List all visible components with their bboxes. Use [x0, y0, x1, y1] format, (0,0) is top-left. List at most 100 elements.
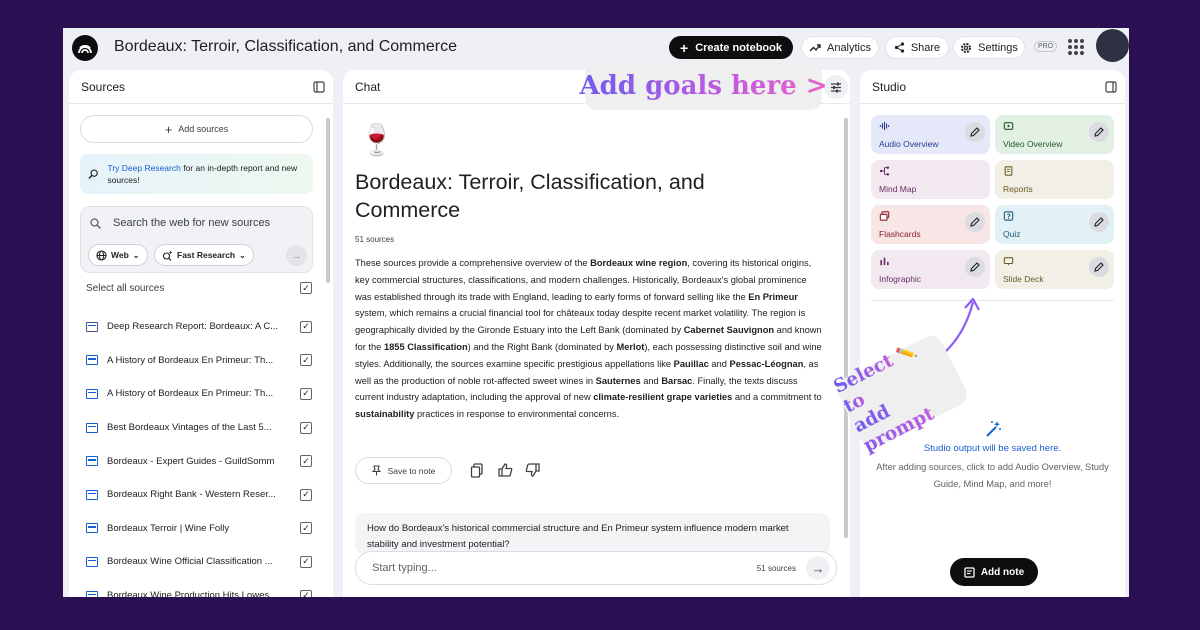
web-search-row[interactable]: Search the web for new sources [90, 217, 270, 229]
studio-title: Studio [872, 79, 907, 94]
edit-pencil-icon[interactable] [1089, 257, 1109, 277]
web-chip-label: Web [111, 250, 129, 260]
magic-wand-icon [986, 421, 1001, 437]
apps-grid-icon[interactable] [1068, 39, 1084, 55]
create-notebook-label: Create notebook [695, 41, 782, 54]
collapse-panel-icon[interactable] [313, 81, 325, 93]
source-item-label: Bordeaux Right Bank - Western Reser... [107, 489, 276, 501]
studio-tile-infographic[interactable]: Infographic [871, 250, 990, 289]
app-logo-icon[interactable] [72, 35, 98, 61]
web-doc-icon [86, 355, 98, 366]
notebook-summary: These sources provide a comprehensive ov… [355, 258, 822, 420]
studio-tile-video-overview[interactable]: Video Overview [995, 115, 1114, 154]
wine-glass-icon: 🍷 [358, 124, 396, 157]
suggested-question[interactable]: How do Bordeaux's historical commercial … [355, 513, 830, 555]
save-to-note-label: Save to note [387, 465, 436, 476]
add-note-label: Add note [980, 566, 1025, 578]
source-item-label: Deep Research Report: Bordeaux: A C... [107, 321, 279, 333]
studio-tile-audio-overview[interactable]: Audio Overview [871, 115, 990, 154]
source-item[interactable]: A History of Bordeaux En Primeur: Th... ✓ [86, 377, 312, 411]
web-doc-icon [86, 388, 98, 399]
create-notebook-button[interactable]: + Create notebook [669, 36, 793, 59]
sources-panel: Sources + Add sources Try Deep Research … [69, 70, 333, 597]
send-button[interactable]: → [806, 556, 830, 580]
sources-scrollbar[interactable] [326, 118, 330, 283]
studio-tile-label: Slide Deck [1003, 274, 1044, 284]
collapse-panel-icon[interactable] [1105, 81, 1117, 93]
deep-research-link[interactable]: Try Deep Research [107, 163, 180, 173]
chat-scrollbar[interactable] [844, 118, 848, 538]
add-sources-button[interactable]: + Add sources [80, 115, 313, 143]
studio-tile-slide-deck[interactable]: Slide Deck [995, 250, 1114, 289]
edit-pencil-icon[interactable] [965, 212, 985, 232]
studio-tile-label: Reports [1003, 184, 1033, 194]
chat-input[interactable] [372, 562, 757, 574]
save-to-note-button[interactable]: Save to note [355, 457, 452, 484]
submit-search-button[interactable]: → [286, 245, 307, 266]
analytics-button[interactable]: Analytics [801, 36, 879, 59]
chevron-down-icon: ⌄ [239, 250, 246, 260]
source-checkbox[interactable]: ✓ [300, 387, 312, 400]
arrow-right-icon: → [811, 560, 825, 576]
deep-research-banner[interactable]: Try Deep Research for an in-depth report… [80, 154, 313, 194]
arrow-right-icon: → [291, 249, 302, 262]
source-item-label: Best Bordeaux Vintages of the Last 5... [107, 422, 272, 434]
infographic-icon [880, 257, 889, 266]
search-icon [90, 217, 101, 229]
globe-icon [96, 249, 107, 261]
share-button[interactable]: Share [885, 36, 949, 59]
note-icon [964, 566, 975, 578]
add-note-button[interactable]: Add note [950, 558, 1038, 586]
plus-icon: + [164, 121, 173, 137]
web-doc-icon [86, 456, 98, 467]
trending-up-icon [809, 43, 821, 51]
source-item[interactable]: A History of Bordeaux En Primeur: Th... ✓ [86, 344, 312, 378]
select-all-label: Select all sources [86, 282, 165, 294]
avatar[interactable] [1096, 29, 1129, 62]
copy-icon[interactable] [468, 461, 486, 479]
source-checkbox[interactable]: ✓ [300, 421, 312, 434]
web-search-input[interactable]: Search the web for new sources [113, 217, 270, 229]
source-checkbox[interactable]: ✓ [300, 320, 312, 333]
source-checkbox[interactable]: ✓ [300, 354, 312, 367]
edit-pencil-icon[interactable] [1089, 122, 1109, 142]
source-checkbox[interactable]: ✓ [300, 488, 312, 501]
notebook-title[interactable]: Bordeaux: Terroir, Classification, and C… [114, 38, 457, 56]
select-all-row[interactable]: Select all sources ✓ [86, 282, 312, 294]
studio-tile-mind-map[interactable]: Mind Map [871, 160, 990, 199]
tune-icon [831, 82, 841, 92]
source-checkbox[interactable]: ✓ [300, 555, 312, 568]
source-item[interactable]: Deep Research Report: Bordeaux: A C... ✓ [86, 310, 312, 344]
research-mode-select[interactable]: Fast Research ⌄ [154, 244, 254, 266]
edit-pencil-icon[interactable] [965, 122, 985, 142]
thumbs-up-icon[interactable] [496, 461, 514, 479]
sources-title: Sources [81, 79, 126, 94]
select-all-checkbox[interactable]: ✓ [300, 282, 312, 294]
source-item-label: Bordeaux - Expert Guides - GuildSomm [107, 455, 275, 467]
thumbs-down-icon[interactable] [523, 461, 541, 479]
source-checkbox[interactable]: ✓ [300, 522, 312, 535]
edit-pencil-icon[interactable] [965, 257, 985, 277]
studio-tile-label: Infographic [879, 274, 922, 284]
source-checkbox[interactable]: ✓ [300, 455, 312, 468]
source-item[interactable]: Best Bordeaux Vintages of the Last 5... ✓ [86, 411, 312, 445]
source-item[interactable]: Bordeaux Wine Production Hits Lowes... ✓ [86, 579, 312, 597]
studio-tile-label: Video Overview [1003, 139, 1063, 149]
source-item-label: A History of Bordeaux En Primeur: Th... [107, 388, 274, 400]
source-item[interactable]: Bordeaux - Expert Guides - GuildSomm ✓ [86, 444, 312, 478]
studio-tile-reports[interactable]: Reports [995, 160, 1114, 199]
studio-tile-label: Flashcards [879, 229, 921, 239]
source-item[interactable]: Bordeaux Wine Official Classification ..… [86, 545, 312, 579]
studio-tile-label: Audio Overview [879, 139, 939, 149]
edit-pencil-icon[interactable] [1089, 212, 1109, 232]
chat-title: Chat [355, 79, 381, 94]
studio-tile-quiz[interactable]: Quiz [995, 205, 1114, 244]
studio-tile-flashcards[interactable]: Flashcards [871, 205, 990, 244]
notebook-heading: Bordeaux: Terroir, Classification, and C… [355, 170, 705, 222]
source-item-label: Bordeaux Terroir | Wine Folly [107, 522, 230, 534]
source-checkbox[interactable]: ✓ [300, 589, 312, 597]
settings-button[interactable]: Settings [953, 36, 1025, 59]
web-source-select[interactable]: Web ⌄ [88, 244, 148, 266]
source-item[interactable]: Bordeaux Right Bank - Western Reser... ✓ [86, 478, 312, 512]
source-item[interactable]: Bordeaux Terroir | Wine Folly ✓ [86, 512, 312, 546]
